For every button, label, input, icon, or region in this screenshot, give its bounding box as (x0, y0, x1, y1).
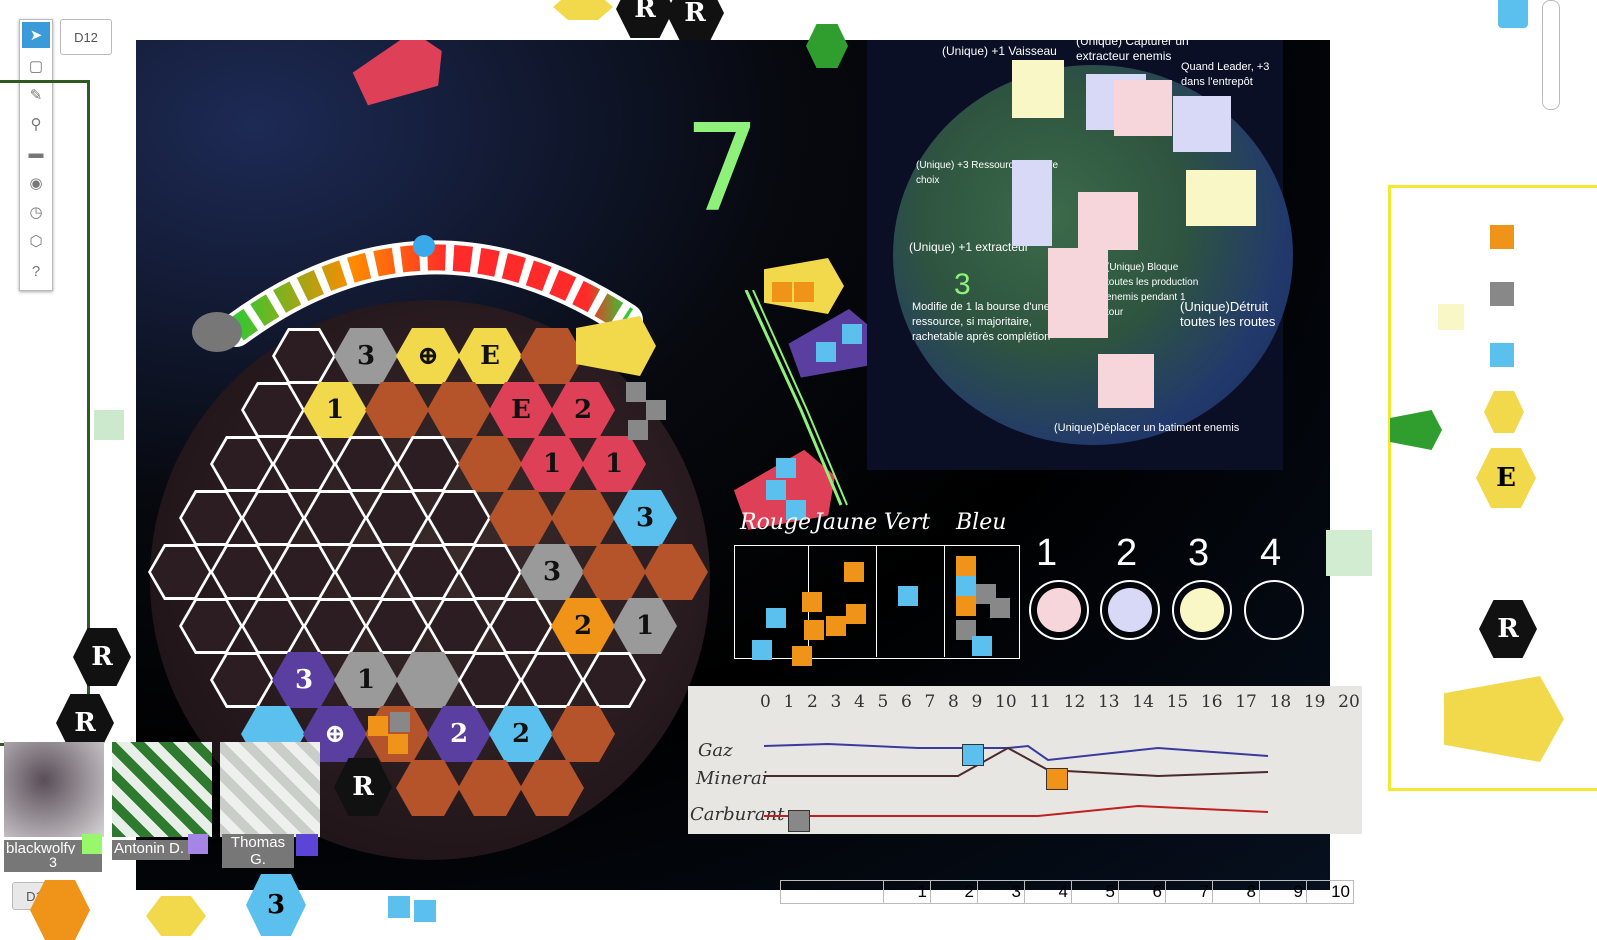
blue-cube[interactable] (1490, 343, 1514, 367)
pale-yellow-card[interactable] (1438, 304, 1464, 330)
col-header-red: Rouge (740, 510, 812, 535)
green-route-line (744, 290, 848, 506)
score-col: 8 (1212, 880, 1260, 904)
building-card[interactable] (1098, 354, 1154, 408)
orange-cube[interactable] (956, 556, 976, 576)
score-table: 1 2 3 4 5 6 7 8 9 10 (780, 880, 1354, 904)
rank-slot-3[interactable] (1172, 580, 1232, 640)
building-card[interactable] (1114, 80, 1172, 136)
market-tracker: 0 1 2 3 4 5 6 7 8 9 10 11 12 13 14 15 16 17 18 19 20 Gaz Min… (688, 686, 1362, 834)
avatar[interactable] (4, 742, 104, 837)
grey-cube[interactable] (646, 400, 666, 420)
grey-cube[interactable] (788, 810, 810, 832)
blue-cube[interactable] (388, 896, 410, 918)
score-col: 5 (1071, 880, 1119, 904)
grey-cube[interactable] (1490, 282, 1514, 306)
score-col: 4 (1024, 880, 1072, 904)
page-icon[interactable] (1498, 0, 1528, 28)
orange-cube[interactable] (792, 646, 812, 666)
market-row-ore: Minerai (696, 768, 768, 789)
building-card[interactable] (1186, 170, 1256, 226)
avatar[interactable] (112, 742, 212, 837)
ability-text: (Unique) +3 Ressource de votre choix (916, 160, 1059, 186)
building-card[interactable] (1012, 160, 1052, 246)
orange-cube[interactable] (1046, 768, 1068, 790)
orange-cube[interactable] (846, 604, 866, 624)
ability-text: (Unique)Détruit toutes les routes (1180, 299, 1276, 329)
track-marker (413, 235, 435, 257)
player-color-swatch (296, 834, 318, 856)
rank-label-2: 2 (1116, 532, 1138, 574)
r-token-top-2[interactable]: R (666, 0, 724, 42)
orange-cube[interactable] (1490, 225, 1514, 249)
player-score: 3 (4, 854, 102, 872)
blue-cube[interactable] (898, 586, 918, 606)
die-button[interactable]: D12 (60, 19, 112, 55)
rank-label-1: 1 (1036, 532, 1058, 574)
market-row-gas: Gaz (698, 740, 733, 761)
rank-label-4: 4 (1260, 532, 1282, 574)
orange-cube[interactable] (826, 616, 846, 636)
select-icon[interactable]: ➤ (22, 22, 50, 48)
table-divider (944, 545, 945, 657)
avatar[interactable] (220, 742, 320, 837)
ability-text: Quand Leader, +3 dans l'entrepôt (1181, 61, 1270, 88)
building-card[interactable] (1078, 192, 1138, 250)
rank-label-3: 3 (1188, 532, 1210, 574)
player-name: Thomas G. (222, 834, 294, 868)
orange-cube[interactable] (368, 716, 388, 736)
blue-cube[interactable] (414, 900, 436, 922)
rank-slot-2[interactable] (1100, 580, 1160, 640)
score-col: 1 (883, 880, 931, 904)
ability-text: Modifie de 1 la bourse d'une ressource, … (912, 301, 1051, 343)
table-divider (876, 545, 877, 657)
blue-cube[interactable] (752, 640, 772, 660)
blue-cube[interactable] (962, 744, 984, 766)
col-header-blue: Bleu (956, 510, 1007, 535)
small-handwritten-number: 3 (954, 268, 971, 301)
red-ship[interactable] (348, 40, 455, 116)
pale-green-card[interactable] (1326, 530, 1372, 576)
blue-cube[interactable] (956, 576, 976, 596)
handwritten-number: 7 (684, 100, 761, 239)
blue-cube[interactable] (766, 608, 786, 628)
top-hex-token[interactable] (553, 0, 613, 20)
col-header-green: Vert (884, 510, 931, 535)
orange-cube[interactable] (956, 596, 976, 616)
orange-cube[interactable] (802, 592, 822, 612)
score-col: 6 (1118, 880, 1166, 904)
score-col: 7 (1165, 880, 1213, 904)
track-start-blob (192, 312, 242, 352)
zone-outline-left (0, 80, 90, 746)
grey-cube[interactable] (990, 598, 1010, 618)
ability-text: (Unique) +1 Vaisseau (942, 44, 1057, 58)
score-col: 10 (1306, 880, 1354, 904)
building-card[interactable] (1173, 96, 1231, 152)
orange-cube[interactable] (388, 734, 408, 754)
col-header-yellow: Jaune (814, 510, 878, 535)
player-name: Antonin D. (112, 840, 190, 860)
building-card[interactable] (1048, 248, 1108, 338)
green-marker[interactable] (94, 410, 124, 440)
cube-icon[interactable]: ▢ (22, 53, 50, 79)
score-col: 2 (930, 880, 978, 904)
player-color-swatch (188, 834, 208, 854)
rank-slot-4[interactable] (1244, 580, 1304, 640)
ability-text: (Unique)Déplacer un batiment enemis (1054, 422, 1240, 434)
building-card[interactable] (1012, 60, 1064, 118)
yellow-hex-bottom[interactable] (146, 896, 206, 936)
r-token-top-1[interactable]: R (616, 0, 674, 38)
orange-cube[interactable] (844, 562, 864, 582)
grey-cube[interactable] (390, 712, 410, 732)
grey-cube[interactable] (628, 420, 648, 440)
zoom-slider[interactable] (1542, 0, 1560, 110)
grey-cube[interactable] (626, 382, 646, 402)
blue-cube[interactable] (972, 636, 992, 656)
score-col: 3 (977, 880, 1025, 904)
orange-cube[interactable] (804, 620, 824, 640)
player-color-swatch (82, 834, 102, 854)
rank-slot-1[interactable] (1029, 580, 1089, 640)
score-col: 9 (1259, 880, 1307, 904)
market-columns: 0 1 2 3 4 5 6 7 8 9 10 11 12 13 14 15 16 17 18 19 20 (760, 692, 1360, 712)
